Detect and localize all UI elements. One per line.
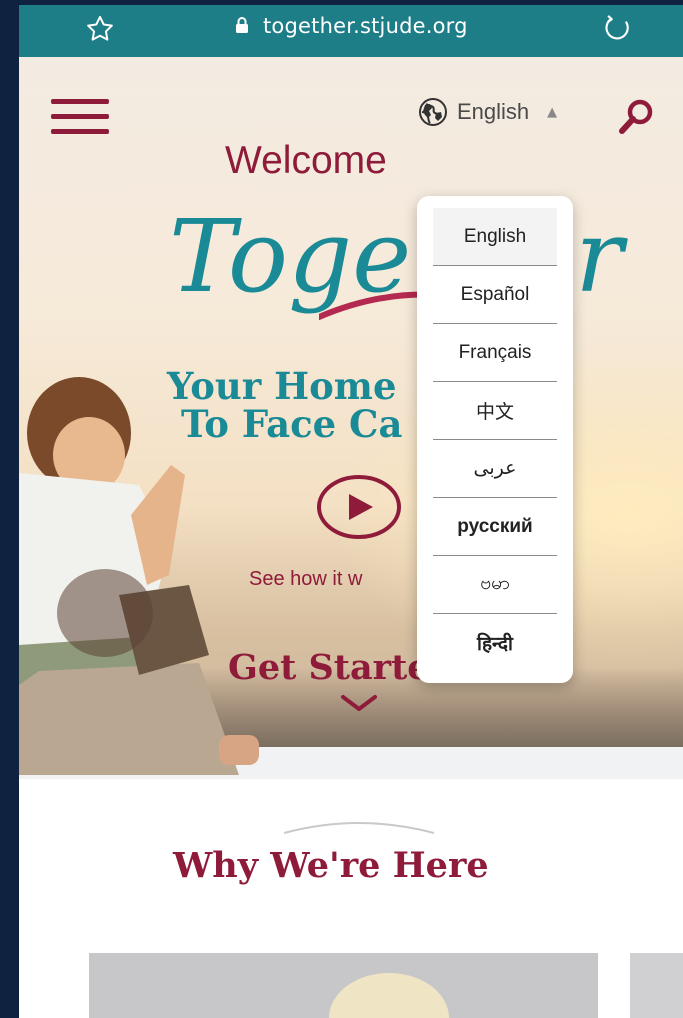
story-card-image-next[interactable] [630,953,683,1018]
language-current-label: English [457,99,530,124]
language-option-russian[interactable]: русский [433,498,557,556]
language-option-hindi[interactable]: हिन्दी [433,614,557,672]
card-photo-object [329,973,449,1018]
play-icon[interactable] [315,474,403,540]
why-section-title: Why We're Here [173,845,489,886]
reload-icon[interactable] [601,11,635,45]
search-icon[interactable] [617,97,657,137]
globe-icon [419,98,447,126]
language-selector[interactable]: English ▲ [417,95,557,129]
hero-section: English ▲ Welcome Together Your Home To … [19,57,683,779]
star-outline-icon[interactable] [83,12,117,46]
browser-url-bar: together.stjude.org [19,5,683,57]
story-card-image[interactable] [89,953,598,1018]
chevron-down-icon[interactable] [339,693,379,713]
url-text[interactable]: together.stjude.org [263,12,468,40]
section-arc-divider [284,822,434,834]
language-option-arabic[interactable]: عربى [433,440,557,498]
see-how-video-link[interactable]: See how it w [249,568,362,591]
browser-viewport: together.stjude.org English ▲ Welcome To… [19,5,683,1018]
lock-icon [235,16,249,39]
language-dropdown-menu: English Español Français 中文 عربى русский… [417,196,573,683]
language-option-english[interactable]: English [433,208,557,266]
language-option-burmese[interactable]: ဗမာ [433,556,557,614]
caret-up-icon: ▲ [547,104,558,120]
hamburger-menu-icon[interactable] [51,99,109,135]
why-section: Why We're Here [19,779,683,1018]
language-option-chinese[interactable]: 中文 [433,382,557,440]
language-option-spanish[interactable]: Español [433,266,557,324]
language-option-french[interactable]: Français [433,324,557,382]
welcome-heading: Welcome [225,139,387,182]
